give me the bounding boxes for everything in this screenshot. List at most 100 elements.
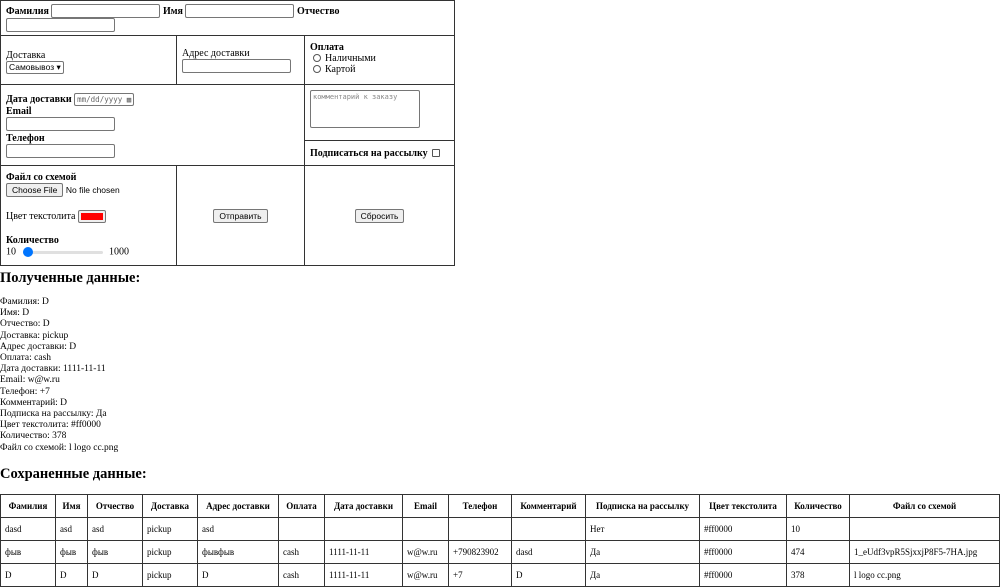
choose-file-button[interactable]: Choose File (6, 183, 64, 197)
column-header: Цвет текстолита (699, 494, 787, 518)
table-cell: pickup (142, 517, 198, 541)
radio-icon[interactable] (313, 54, 321, 62)
payment-cell: Оплата Наличными Картой (304, 35, 455, 85)
first-name-input[interactable] (185, 4, 295, 18)
date-label: Дата доставки (6, 93, 72, 105)
first-name-label: Имя (162, 6, 183, 17)
table-cell: w@w.ru (402, 563, 449, 587)
order-form: Фамилия Имя Отчество Доставка Самовывоз … (0, 0, 455, 266)
table-cell: Да (585, 540, 700, 564)
column-header: Комментарий (511, 494, 586, 518)
table-cell: pickup (142, 540, 198, 564)
date-input[interactable]: mm/dd/yyyy ▦ (74, 93, 135, 106)
reset-cell: Сбросить (304, 165, 455, 266)
column-header: Оплата (278, 494, 325, 518)
column-header: Отчество (87, 494, 143, 518)
file-cell: Файл со схемой Choose File No file chose… (0, 165, 177, 266)
table-cell: 1111-11-11 (324, 563, 403, 587)
table-cell: 378 (786, 563, 850, 587)
address-cell: Адрес доставки (176, 35, 305, 85)
file-status: No file chosen (65, 185, 120, 195)
table-cell (324, 517, 403, 541)
table-cell: cash (278, 540, 325, 564)
delivery-select[interactable]: Самовывоз ▾ (6, 61, 64, 74)
submit-cell: Отправить (176, 165, 305, 266)
table-cell: D (511, 563, 586, 587)
subscribe-cell: Подписаться на рассылку (304, 140, 455, 166)
delivery-label: Доставка (6, 50, 46, 61)
submit-button[interactable]: Отправить (213, 208, 268, 223)
table-cell: фыв (55, 540, 88, 564)
saved-title: Сохраненные данные: (0, 466, 147, 482)
payment-label: Оплата (310, 42, 344, 53)
contact-cell: Дата доставки mm/dd/yyyy ▦ Email Телефон (0, 84, 305, 166)
email-input[interactable] (6, 117, 115, 131)
table-cell: Да (585, 563, 700, 587)
quantity-max: 1000 (109, 246, 129, 258)
radio-icon[interactable] (313, 65, 321, 73)
address-label: Адрес доставки (182, 48, 250, 59)
received-line: Доставка: pickup (0, 330, 69, 341)
subscribe-checkbox[interactable] (431, 148, 440, 157)
table-cell: фыв (0, 540, 56, 564)
file-label: Файл со схемой (6, 172, 77, 183)
comment-textarea[interactable]: комментарий к заказу (310, 90, 420, 128)
quantity-label: Количество (6, 235, 59, 246)
column-header: Телефон (448, 494, 512, 518)
address-input[interactable] (182, 59, 291, 73)
received-line: Фамилия: D (0, 297, 49, 307)
table-cell (402, 517, 449, 541)
table-cell: +790823902 (448, 540, 512, 564)
payment-option-cash[interactable]: Наличными (310, 53, 449, 64)
received-line: Подписка на рассылку: Да (0, 409, 107, 420)
received-line: Телефон: +7 (0, 386, 50, 397)
column-header: Дата доставки (324, 494, 403, 518)
column-header: Подписка на рассылку (585, 494, 700, 518)
table-cell: D (0, 563, 56, 587)
phone-label: Телефон (6, 133, 45, 144)
column-header: Количество (786, 494, 850, 518)
patronymic-label: Отчество (296, 6, 340, 17)
table-row: D D D pickup D cash 1111-11-11 w@w.ru +7… (0, 563, 1000, 587)
received-line: Файл со схемой: l logo cc.png (0, 442, 119, 453)
received-line: Цвет текстолита: #ff0000 (0, 420, 101, 431)
slider-thumb[interactable] (22, 247, 33, 257)
table-cell: 1_eUdf3vpR5SjxxjP8F5-7HA.jpg (849, 540, 1000, 564)
last-name-label: Фамилия (6, 6, 49, 17)
received-line: Адрес доставки: D (0, 341, 77, 352)
column-header: Адрес доставки (197, 494, 279, 518)
table-cell: #ff0000 (699, 563, 787, 587)
table-cell: asd (55, 517, 88, 541)
reset-button[interactable]: Сбросить (354, 208, 405, 223)
quantity-slider[interactable] (22, 246, 103, 258)
saved-table: Фамилия Имя Отчество Доставка Адрес дост… (0, 494, 1000, 587)
table-cell (511, 517, 586, 541)
table-cell: D (87, 563, 143, 587)
column-header: Доставка (142, 494, 198, 518)
table-cell: l logo cc.png (849, 563, 1000, 587)
table-cell: #ff0000 (699, 517, 787, 541)
quantity-min: 10 (6, 246, 16, 258)
name-row: Фамилия Имя Отчество (0, 0, 455, 36)
table-cell (448, 517, 512, 541)
patronymic-input[interactable] (6, 18, 115, 32)
table-row: фыв фыв фыв pickup фывфыв cash 1111-11-1… (0, 540, 1000, 564)
table-cell: D (55, 563, 88, 587)
column-header: Email (402, 494, 449, 518)
phone-input[interactable] (6, 144, 115, 158)
calendar-icon[interactable]: ▦ (127, 95, 132, 104)
table-cell: 1111-11-11 (324, 540, 403, 564)
delivery-cell: Доставка Самовывоз ▾ (0, 35, 177, 85)
table-cell: w@w.ru (402, 540, 449, 564)
color-picker[interactable] (77, 210, 106, 223)
table-cell: +7 (448, 563, 512, 587)
table-cell: 10 (786, 517, 850, 541)
payment-option-card[interactable]: Картой (310, 64, 449, 75)
table-cell (278, 517, 325, 541)
table-cell: #ff0000 (699, 540, 787, 564)
table-cell: фыв (87, 540, 143, 564)
table-cell (849, 517, 1000, 541)
last-name-input[interactable] (51, 4, 161, 18)
table-cell: cash (278, 563, 325, 587)
table-cell: asd (197, 517, 279, 541)
